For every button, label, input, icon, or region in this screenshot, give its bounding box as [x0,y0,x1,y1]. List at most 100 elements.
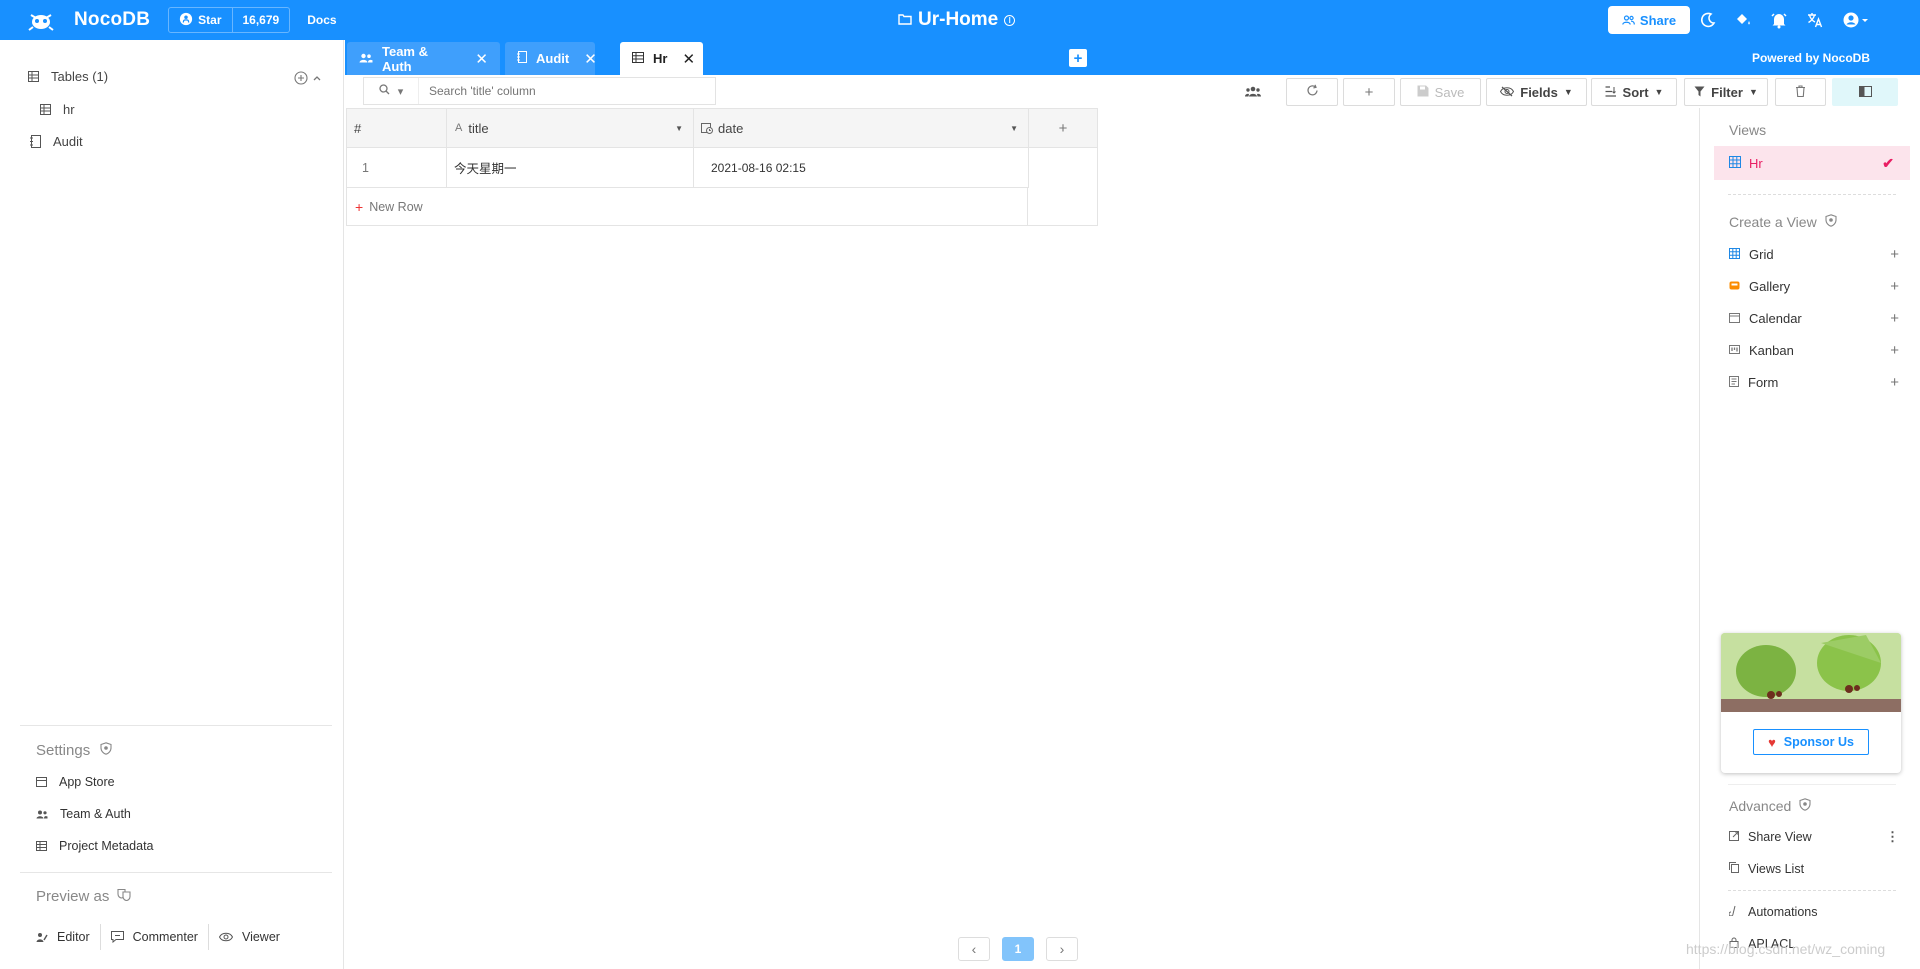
people-icon [1622,13,1635,28]
left-sidebar: Tables (1) hr Audit Settings App Store T… [0,40,344,969]
sponsor-button[interactable]: ♥ Sponsor Us [1753,729,1869,755]
toggle-views-panel-button[interactable] [1832,78,1898,106]
docs-link[interactable]: Docs [307,13,336,27]
panel-toggle-icon [1858,85,1872,100]
tables-group-header[interactable]: Tables (1) [28,69,108,84]
folder-icon [898,9,912,31]
account-icon[interactable] [1842,11,1870,29]
settings-item-team-auth[interactable]: Team & Auth [36,807,131,821]
pagination: ‹ 1 › [958,937,1078,961]
preview-as-roles: Editor Commenter Viewer [36,924,300,950]
tab-team-auth[interactable]: Team & Auth ✕ [347,42,500,75]
sidebar-item-label: hr [63,102,75,117]
table-icon [632,51,644,66]
share-button[interactable]: Share [1608,6,1690,34]
create-view-form[interactable]: Form + [1729,374,1899,391]
delete-table-button[interactable] [1775,78,1826,106]
plus-icon[interactable]: + [1890,278,1899,295]
nocodb-logo-icon[interactable] [28,9,54,31]
save-label: Save [1434,84,1465,100]
filter-button[interactable]: Filter ▼ [1684,78,1768,106]
create-view-kanban[interactable]: Kanban + [1729,342,1899,359]
open-in-new-icon [1729,830,1739,844]
preview-role-label: Commenter [132,930,198,944]
sponsor-image [1721,633,1901,712]
share-view-item[interactable]: Share View ⋮ [1729,829,1899,845]
add-row-button[interactable]: + [1343,78,1395,106]
column-header-title[interactable]: A title ▼ [446,108,694,148]
github-star-widget[interactable]: Star 16,679 [168,7,291,33]
gallery-view-icon [1729,279,1740,294]
search-field-selector[interactable]: ▾ [364,78,419,104]
chevron-up-icon[interactable] [312,71,322,88]
heart-icon: ♥ [1768,734,1776,750]
github-star-button[interactable]: Star [169,8,233,32]
bell-icon[interactable] [1770,11,1788,29]
close-icon[interactable]: ✕ [584,50,597,68]
save-button[interactable]: Save [1400,78,1481,106]
column-header-label: # [354,120,362,136]
brand-name[interactable]: NocoDB [74,9,150,31]
eye-icon [218,932,233,942]
plus-icon[interactable]: + [1890,374,1899,391]
preview-viewer-button[interactable]: Viewer [218,924,290,950]
theme-toggle-icon[interactable] [1700,12,1716,28]
plus-icon[interactable]: + [1890,246,1899,263]
add-column-button[interactable]: + [1028,108,1098,148]
reload-button[interactable] [1286,78,1338,106]
plus-icon[interactable]: + [1890,342,1899,359]
collaborators-icon[interactable] [1245,84,1261,100]
github-star-count[interactable]: 16,679 [233,8,290,32]
sort-label: Sort [1622,84,1649,100]
column-header-date[interactable]: date ▼ [693,108,1029,148]
new-row-button[interactable]: + New Row [346,188,1028,226]
page-button-current[interactable]: 1 [1002,937,1034,961]
add-column-area [1028,148,1098,226]
create-view-label: Grid [1749,247,1774,262]
create-view-gallery[interactable]: Gallery + [1729,278,1899,295]
add-tab-button[interactable]: + [1069,49,1087,67]
comment-icon [110,931,124,943]
sort-button[interactable]: Sort ▼ [1591,78,1677,106]
paint-bucket-icon[interactable] [1734,12,1752,28]
project-title[interactable]: Ur-Home i [898,0,1016,40]
create-view-calendar[interactable]: Calendar + [1729,310,1899,327]
info-icon[interactable]: i [1004,14,1016,26]
preview-commenter-button[interactable]: Commenter [110,924,209,950]
create-view-grid[interactable]: Grid + [1729,246,1899,263]
close-icon[interactable]: ✕ [475,50,488,68]
caret-down-icon[interactable]: ▼ [1010,124,1018,133]
search-input[interactable] [419,78,715,104]
date-cell[interactable]: 2021-08-16 02:15 [693,148,1029,188]
prev-page-button[interactable]: ‹ [958,937,990,961]
create-view-label: Calendar [1749,311,1802,326]
translate-icon[interactable] [1806,11,1824,29]
tab-audit[interactable]: Audit ✕ [505,42,597,75]
close-icon[interactable]: ✕ [682,50,695,68]
powered-by-label[interactable]: Powered by NocoDB [1752,51,1870,65]
plus-icon[interactable]: + [1890,310,1899,327]
automations-item[interactable]: Automations [1728,905,1899,919]
save-icon [1417,85,1429,100]
row-number-cell[interactable]: 1 [346,148,447,188]
fields-button[interactable]: Fields ▼ [1486,78,1587,106]
views-list-item[interactable]: Views List [1729,862,1899,876]
tab-hr[interactable]: Hr ✕ [620,42,703,75]
tab-label: Hr [653,51,668,66]
sidebar-item-hr[interactable]: hr [40,102,75,117]
github-star-label: Star [198,13,222,27]
settings-item-project-metadata[interactable]: Project Metadata [36,839,154,853]
add-table-icon[interactable] [294,71,308,88]
preview-role-label: Viewer [241,930,280,944]
title-cell[interactable]: 今天星期一 [446,148,694,188]
sort-icon [1605,85,1617,100]
sidebar-item-audit[interactable]: Audit [30,134,83,149]
caret-down-icon[interactable]: ▼ [675,124,683,133]
settings-item-app-store[interactable]: App Store [36,775,115,789]
advanced-item-label: Views List [1748,862,1805,876]
copy-icon [1729,862,1739,876]
preview-editor-button[interactable]: Editor [36,924,101,950]
more-vertical-icon[interactable]: ⋮ [1886,829,1899,845]
next-page-button[interactable]: › [1046,937,1078,961]
view-item-hr[interactable]: Hr ✔ [1714,146,1910,180]
